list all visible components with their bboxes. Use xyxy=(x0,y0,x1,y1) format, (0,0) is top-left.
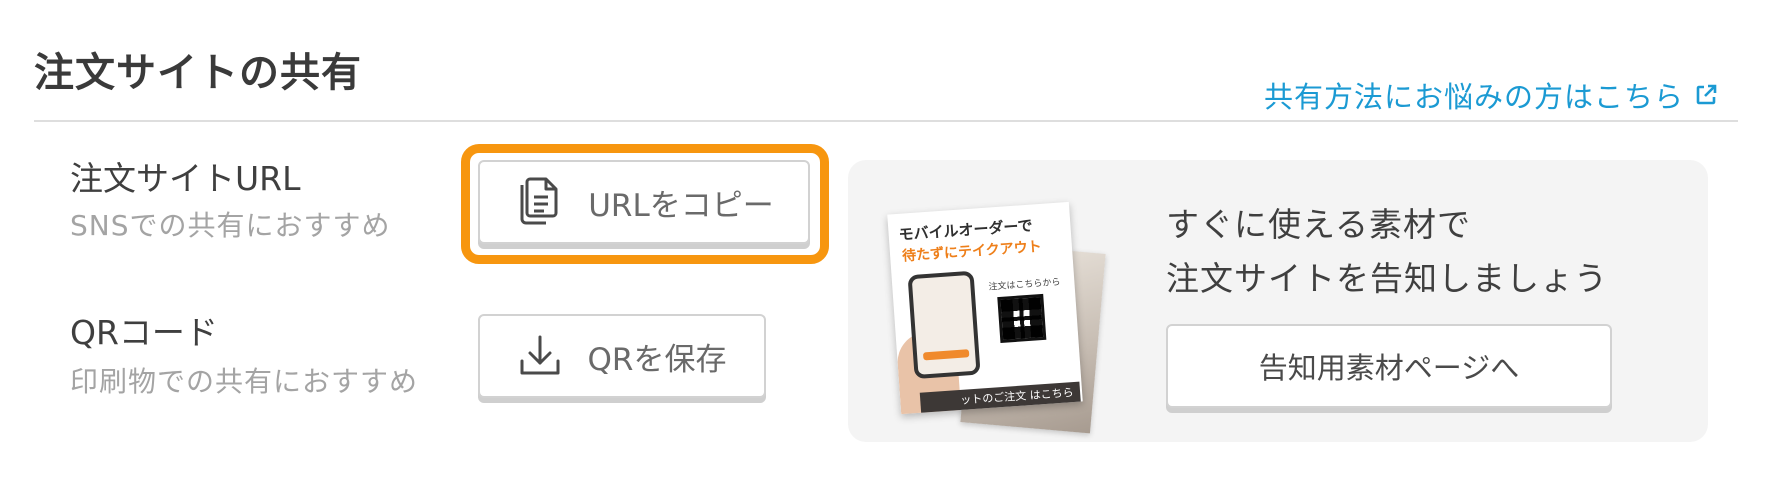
save-qr-button[interactable]: QRを保存 xyxy=(478,314,766,398)
copy-url-label: URLをコピー xyxy=(588,187,774,224)
qr-label: QRコード xyxy=(70,313,218,352)
flyer-order-button xyxy=(922,349,970,361)
download-icon xyxy=(520,335,560,375)
promo-line-2: 注文サイトを告知しましょう xyxy=(1166,259,1608,298)
help-link[interactable]: 共有方法にお悩みの方はこちら xyxy=(1264,74,1718,116)
copy-url-button[interactable]: URLをコピー xyxy=(478,160,810,244)
save-qr-label: QRを保存 xyxy=(587,341,727,378)
promo-panel: モバイルオーダーで 待たずにテイクアウト 注文はこちらから ットのご注文 はこち… xyxy=(848,160,1708,442)
promo-flyer-image: モバイルオーダーで 待たずにテイクアウト 注文はこちらから ットのご注文 はこち… xyxy=(887,201,1083,415)
promo-materials-label: 告知用素材ページへ xyxy=(1258,351,1520,385)
flyer-qr-code xyxy=(997,293,1047,344)
promo-line-1: すぐに使える素材で xyxy=(1166,205,1472,244)
copy-document-icon xyxy=(520,177,558,225)
url-label: 注文サイトURL xyxy=(70,159,301,198)
qr-sublabel: 印刷物での共有におすすめ xyxy=(70,365,419,398)
section-divider xyxy=(34,120,1738,122)
flyer-phone xyxy=(907,270,981,380)
page-title: 注文サイトの共有 xyxy=(34,50,362,96)
flyer-qr-label: 注文はこちらから xyxy=(988,277,1061,293)
promo-materials-button[interactable]: 告知用素材ページへ xyxy=(1166,324,1612,408)
help-link-label: 共有方法にお悩みの方はこちら xyxy=(1263,80,1684,114)
external-link-icon xyxy=(1696,84,1717,105)
url-sublabel: SNSでの共有におすすめ xyxy=(70,209,391,242)
